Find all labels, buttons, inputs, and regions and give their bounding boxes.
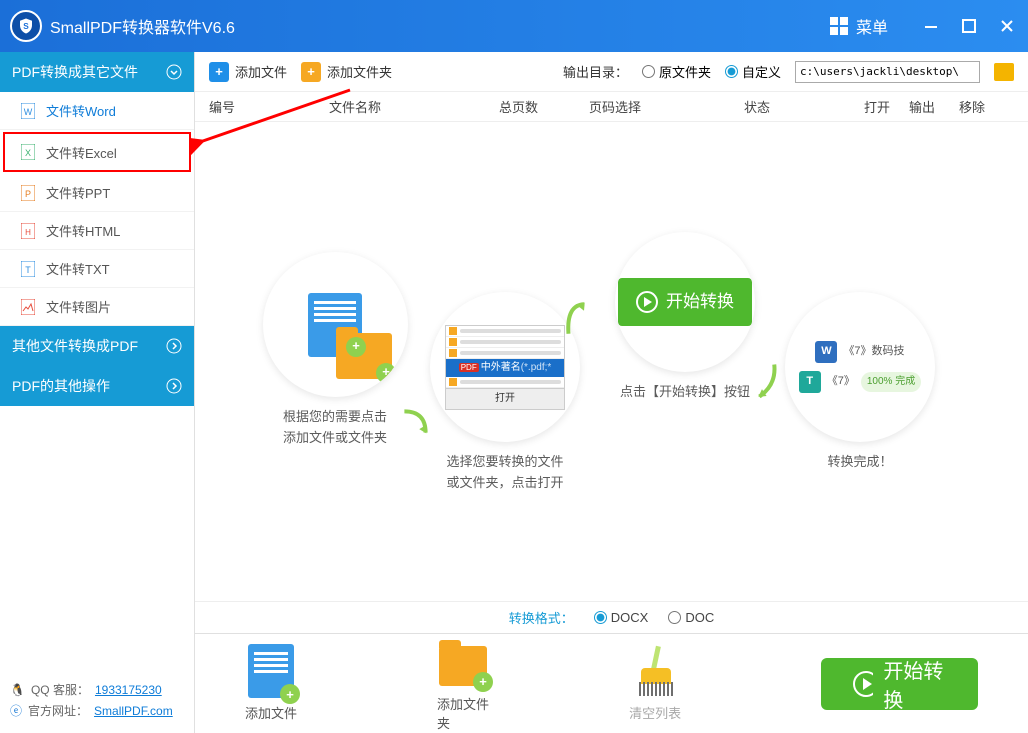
play-icon xyxy=(636,291,658,313)
col-pages: 总页数 xyxy=(499,97,589,116)
add-file-button[interactable]: + 添加文件 xyxy=(209,62,287,82)
title-bar: S SmallPDF转换器软件V6.6 菜单 xyxy=(0,0,1028,52)
sidebar-category-pdf-to-other[interactable]: PDF转换成其它文件 xyxy=(0,52,194,92)
format-label: 转换格式： xyxy=(509,608,574,627)
chevron-down-icon xyxy=(166,64,182,80)
step-4: W《7》数码技 T《7》100% 完成 转换完成！ xyxy=(765,292,955,473)
col-open: 打开 xyxy=(864,97,909,116)
menu-button[interactable]: 菜单 xyxy=(818,8,900,44)
qq-link[interactable]: 1933175230 xyxy=(95,683,162,697)
col-out: 输出 xyxy=(909,97,959,116)
sidebar-item-word[interactable]: W 文件转Word xyxy=(0,92,194,130)
sidebar-category-pdf-other-ops[interactable]: PDF的其他操作 xyxy=(0,366,194,406)
add-folder-big-button[interactable]: + 添加文件夹 xyxy=(437,636,489,732)
format-row: 转换格式： DOCX DOC xyxy=(195,601,1028,633)
chevron-right-icon xyxy=(166,338,182,354)
svg-text:S: S xyxy=(23,22,29,31)
format-doc-radio[interactable]: DOC xyxy=(668,610,714,625)
output-label: 输出目录： xyxy=(563,62,628,81)
image-icon xyxy=(20,299,36,315)
excel-icon: X xyxy=(20,144,36,160)
close-button[interactable] xyxy=(996,15,1018,37)
play-icon xyxy=(853,671,873,697)
sidebar-item-txt[interactable]: T 文件转TXT xyxy=(0,250,194,288)
svg-text:T: T xyxy=(25,265,31,275)
app-title: SmallPDF转换器软件V6.6 xyxy=(50,14,818,38)
output-path-input[interactable] xyxy=(795,61,980,83)
sidebar-item-html[interactable]: H 文件转HTML xyxy=(0,212,194,250)
output-custom-radio[interactable]: 自定义 xyxy=(725,62,781,81)
sample-start-button: 开始转换 xyxy=(618,278,752,325)
chevron-right-icon xyxy=(166,378,182,394)
col-range: 页码选择 xyxy=(589,97,744,116)
minimize-icon xyxy=(924,19,938,33)
app-logo: S xyxy=(10,10,42,42)
col-rm: 移除 xyxy=(959,97,1004,116)
svg-text:P: P xyxy=(25,189,31,199)
add-folder-icon: + xyxy=(301,62,321,82)
sidebar-footer: 🐧 QQ 客服： 1933175230 ⓔ 官方网址： SmallPDF.com xyxy=(0,671,194,733)
main-panel: + 添加文件 + 添加文件夹 输出目录： 原文件夹 自定义 编号 文件名称 总页… xyxy=(195,52,1028,733)
qq-icon: 🐧 xyxy=(10,683,25,697)
col-status: 状态 xyxy=(744,97,864,116)
col-no: 编号 xyxy=(209,97,329,116)
grid-icon xyxy=(830,17,848,35)
clear-list-button[interactable]: 清空列表 xyxy=(629,645,681,722)
maximize-icon xyxy=(962,19,976,33)
add-folder-button[interactable]: + 添加文件夹 xyxy=(301,62,392,82)
sidebar-item-excel[interactable]: X 文件转Excel xyxy=(3,132,191,172)
svg-text:H: H xyxy=(25,228,31,237)
word-icon: W xyxy=(20,103,36,119)
maximize-button[interactable] xyxy=(958,15,980,37)
output-original-radio[interactable]: 原文件夹 xyxy=(642,62,711,81)
start-convert-button[interactable]: 开始转换 xyxy=(821,658,978,710)
svg-text:X: X xyxy=(25,148,31,158)
shield-icon: S xyxy=(17,17,35,35)
ppt-icon: P xyxy=(20,185,36,201)
sidebar: PDF转换成其它文件 W 文件转Word X 文件转Excel P 文件转PPT… xyxy=(0,52,195,733)
site-link[interactable]: SmallPDF.com xyxy=(94,704,173,718)
empty-state: + + 根据您的需要点击 添加文件或文件夹 PDF中外著名(*.pdf;* 打开 xyxy=(195,122,1028,601)
sidebar-category-other-to-pdf[interactable]: 其他文件转换成PDF xyxy=(0,326,194,366)
ie-icon: ⓔ xyxy=(10,702,22,719)
bottom-bar: + 添加文件 + 添加文件夹 清空列表 开始转换 xyxy=(195,633,1028,733)
html-icon: H xyxy=(20,223,36,239)
txt-icon: T xyxy=(20,261,36,277)
add-file-big-button[interactable]: + 添加文件 xyxy=(245,645,297,722)
toolbar: + 添加文件 + 添加文件夹 输出目录： 原文件夹 自定义 xyxy=(195,52,1028,92)
sidebar-item-image[interactable]: 文件转图片 xyxy=(0,288,194,326)
file-list-header: 编号 文件名称 总页数 页码选择 状态 打开 输出 移除 xyxy=(195,92,1028,122)
col-name: 文件名称 xyxy=(329,97,499,116)
format-docx-radio[interactable]: DOCX xyxy=(594,610,649,625)
sidebar-item-ppt[interactable]: P 文件转PPT xyxy=(0,174,194,212)
svg-text:W: W xyxy=(24,107,33,117)
close-icon xyxy=(1000,19,1014,33)
browse-folder-button[interactable] xyxy=(994,63,1014,81)
minimize-button[interactable] xyxy=(920,15,942,37)
add-file-icon: + xyxy=(209,62,229,82)
